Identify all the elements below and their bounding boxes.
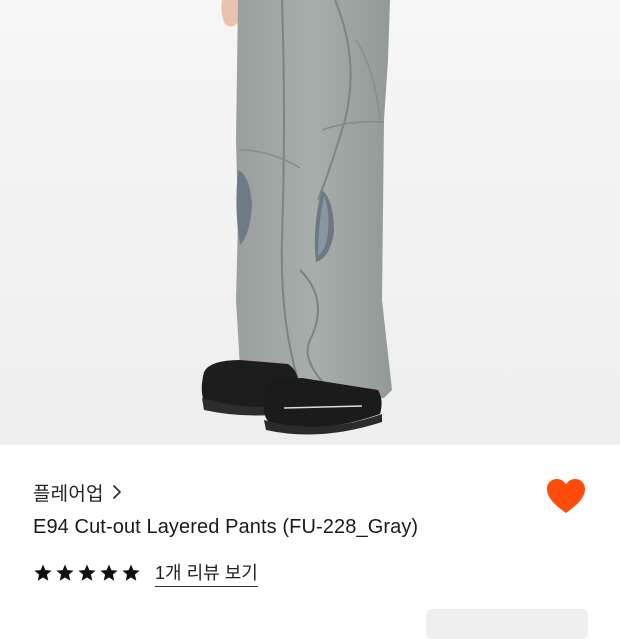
star-rating xyxy=(33,563,141,583)
product-photo xyxy=(0,0,620,445)
rating-row: 1개 리뷰 보기 xyxy=(33,558,258,588)
chevron-right-icon xyxy=(112,485,121,499)
favorite-heart-icon[interactable] xyxy=(545,477,587,515)
star-icon xyxy=(56,564,74,581)
product-title: E94 Cut-out Layered Pants (FU-228_Gray) xyxy=(33,516,419,538)
product-image[interactable] xyxy=(0,0,620,445)
carousel-indicator xyxy=(0,445,620,453)
brand-link[interactable]: 플레어업 xyxy=(33,479,122,505)
star-icon xyxy=(122,564,140,581)
star-icon xyxy=(100,564,118,581)
action-chip[interactable] xyxy=(426,609,588,639)
star-icon xyxy=(34,564,52,581)
star-icon xyxy=(78,564,96,581)
brand-name: 플레어업 xyxy=(33,483,104,505)
review-link[interactable]: 1개 리뷰 보기 xyxy=(155,559,258,587)
